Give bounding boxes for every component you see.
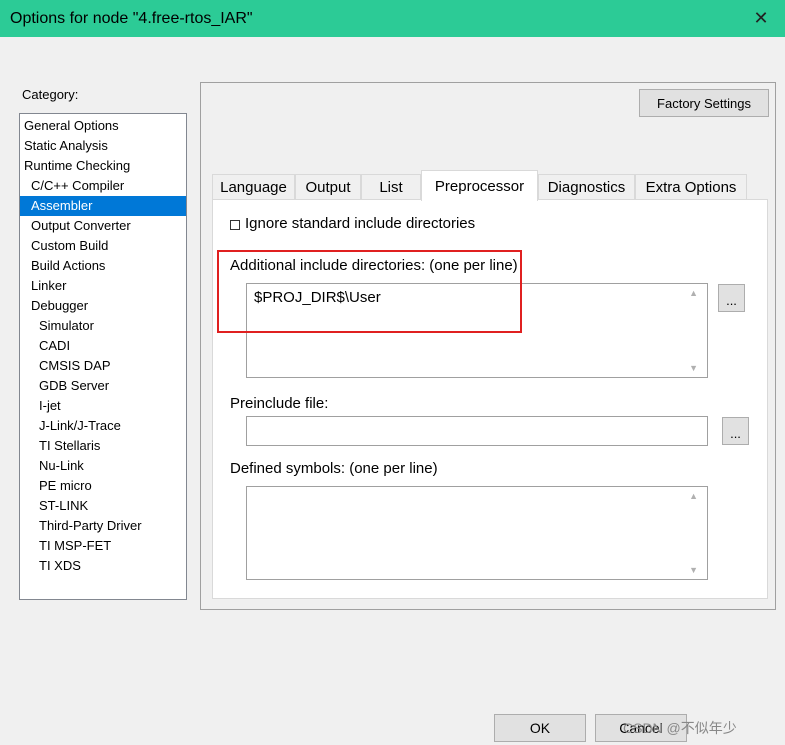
category-item[interactable]: CMSIS DAP (20, 356, 186, 376)
defined-symbols-textarea[interactable]: ▲ ▼ (246, 486, 708, 580)
ignore-std-include-row[interactable]: Ignore standard include directories (230, 215, 475, 232)
category-item[interactable]: TI XDS (20, 556, 186, 576)
category-item[interactable]: Third-Party Driver (20, 516, 186, 536)
include-dirs-label: Additional include directories: (one per… (230, 257, 518, 274)
close-icon[interactable]: ✕ (749, 6, 773, 30)
category-item[interactable]: I-jet (20, 396, 186, 416)
title-bar: Options for node "4.free-rtos_IAR" ✕ (0, 0, 785, 37)
tab-output[interactable]: Output (295, 174, 361, 200)
ignore-std-include-checkbox[interactable] (230, 219, 240, 230)
category-list[interactable]: General Options Static Analysis Runtime Ch… (19, 113, 187, 600)
category-item[interactable]: GDB Server (20, 376, 186, 396)
defined-symbols-label: Defined symbols: (one per line) (230, 460, 438, 477)
category-item[interactable]: ST-LINK (20, 496, 186, 516)
category-item[interactable]: Build Actions (20, 256, 186, 276)
category-item[interactable]: Nu-Link (20, 456, 186, 476)
preinclude-browse-button[interactable]: ... (722, 417, 749, 445)
include-dirs-value: $PROJ_DIR$\User (254, 289, 381, 306)
scroll-up-icon[interactable]: ▲ (689, 288, 698, 298)
category-item[interactable]: J-Link/J-Trace (20, 416, 186, 436)
ignore-std-include-label: Ignore standard include directories (245, 215, 476, 232)
category-item[interactable]: Static Analysis (20, 136, 186, 156)
category-item[interactable]: TI MSP-FET (20, 536, 186, 556)
category-item[interactable]: C/C++ Compiler (20, 176, 186, 196)
watermark: CSDN @不似年少 (623, 720, 737, 736)
scroll-down-icon[interactable]: ▼ (689, 565, 698, 575)
category-item[interactable]: Simulator (20, 316, 186, 336)
include-dirs-textarea[interactable]: $PROJ_DIR$\User ▲ ▼ (246, 283, 708, 378)
tab-extra-options[interactable]: Extra Options (635, 174, 747, 200)
category-item[interactable]: General Options (20, 116, 186, 136)
category-item[interactable]: Custom Build (20, 236, 186, 256)
scroll-down-icon[interactable]: ▼ (689, 363, 698, 373)
tab-preprocessor[interactable]: Preprocessor (421, 170, 538, 201)
scroll-up-icon[interactable]: ▲ (689, 491, 698, 501)
category-item[interactable]: Assembler (20, 196, 186, 216)
category-item[interactable]: TI Stellaris (20, 436, 186, 456)
include-dirs-browse-button[interactable]: ... (718, 284, 745, 312)
preinclude-input[interactable] (246, 416, 708, 446)
category-item[interactable]: Output Converter (20, 216, 186, 236)
ok-button[interactable]: OK (494, 714, 586, 742)
category-item[interactable]: CADI (20, 336, 186, 356)
tab-language[interactable]: Language (212, 174, 295, 200)
window-title: Options for node "4.free-rtos_IAR" (10, 9, 253, 27)
category-item[interactable]: PE micro (20, 476, 186, 496)
tab-diagnostics[interactable]: Diagnostics (538, 174, 635, 200)
category-item[interactable]: Runtime Checking (20, 156, 186, 176)
category-item[interactable]: Debugger (20, 296, 186, 316)
category-item[interactable]: Linker (20, 276, 186, 296)
preinclude-label: Preinclude file: (230, 395, 329, 412)
factory-settings-button[interactable]: Factory Settings (639, 89, 769, 117)
category-label: Category: (22, 87, 79, 102)
tab-list[interactable]: List (361, 174, 421, 200)
